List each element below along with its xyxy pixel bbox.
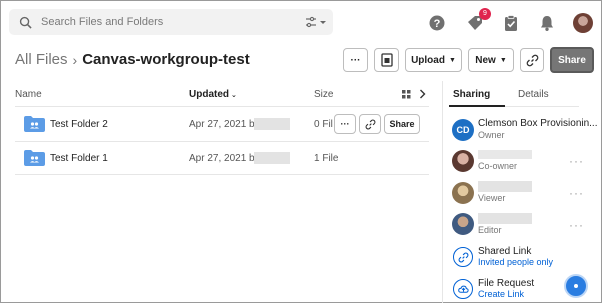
tasks-icon[interactable] [502, 14, 520, 32]
tab-sharing[interactable]: Sharing [453, 89, 490, 100]
avatar: CD [452, 119, 474, 141]
link-icon [458, 252, 468, 262]
breadcrumb-separator: › [72, 51, 78, 68]
collaborator-role: Co-owner [478, 161, 518, 171]
collaborator-more-button[interactable]: ··· [569, 186, 584, 200]
updated-text: Apr 27, 2021 by [189, 153, 260, 164]
search-filter-icon[interactable] [305, 15, 327, 29]
chevron-right-icon[interactable] [419, 89, 426, 99]
redacted-name [478, 181, 532, 192]
redacted-name [478, 213, 532, 224]
search-bar[interactable] [9, 9, 333, 35]
file-request-button[interactable] [374, 48, 399, 72]
file-request-create-link[interactable]: Create Link [478, 289, 524, 299]
column-header-updated[interactable]: Updated ⌄ [189, 89, 237, 100]
breadcrumb: All Files › Canvas-workgroup-test [15, 51, 250, 68]
collaborator-more-button[interactable]: ··· [569, 218, 584, 232]
cloud-upload-icon [457, 285, 469, 293]
column-header-size[interactable]: Size [314, 89, 333, 100]
search-icon [19, 16, 32, 29]
column-header-updated-label: Updated [189, 89, 229, 100]
file-request-icon[interactable] [453, 279, 473, 299]
page-title: Canvas-workgroup-test [82, 51, 250, 68]
shared-link-setting[interactable]: Invited people only [478, 257, 553, 267]
collab-folder-icon [24, 150, 45, 166]
link-icon [526, 54, 538, 66]
bell-icon[interactable] [538, 14, 556, 32]
sidebar-divider [442, 81, 443, 303]
share-button[interactable]: Share [550, 47, 594, 73]
avatar [452, 213, 474, 235]
row-copy-link-button[interactable] [359, 114, 381, 134]
tab-details[interactable]: Details [518, 89, 549, 100]
help-icon[interactable]: ? [428, 14, 446, 32]
svg-text:?: ? [434, 18, 441, 30]
row-share-button[interactable]: Share [384, 114, 420, 134]
shared-link-title: Shared Link [478, 246, 532, 257]
redacted-name [478, 150, 532, 159]
divider [15, 174, 429, 175]
chevron-down-icon: ▼ [448, 56, 456, 64]
file-request-title: File Request [478, 278, 535, 289]
folder-name[interactable]: Test Folder 1 [50, 153, 108, 164]
link-icon [365, 119, 375, 129]
search-input[interactable] [41, 16, 281, 28]
divider [15, 106, 429, 107]
chevron-down-icon: ▼ [499, 56, 507, 64]
compass-icon [574, 284, 578, 288]
notification-badge: 9 [479, 8, 491, 20]
breadcrumb-root-link[interactable]: All Files [15, 51, 68, 68]
collaborator-role: Viewer [478, 193, 506, 203]
collaborator-role: Editor [478, 225, 502, 235]
collaborator-name: Clemson Box Provisionin... [478, 118, 598, 129]
row-more-button[interactable]: ··· [334, 114, 356, 134]
new-button[interactable]: New ▼ [468, 48, 514, 72]
upload-label: Upload [411, 54, 445, 66]
column-header-name[interactable]: Name [15, 89, 42, 100]
folder-name[interactable]: Test Folder 2 [50, 119, 108, 130]
sort-desc-icon: ⌄ [231, 92, 237, 99]
avatar [452, 182, 474, 204]
file-request-icon [380, 53, 393, 67]
divider [15, 141, 429, 142]
new-label: New [475, 54, 496, 66]
more-options-button[interactable]: ··· [343, 48, 368, 72]
collab-folder-icon [24, 116, 45, 132]
user-avatar[interactable] [573, 13, 593, 33]
redacted-owner [254, 118, 290, 130]
collaborator-role: Owner [478, 130, 505, 140]
size-text: 0 Fil [314, 119, 333, 130]
size-text: 1 File [314, 153, 339, 164]
shared-link-icon[interactable] [453, 247, 473, 267]
redacted-owner [254, 152, 290, 164]
tab-active-indicator [449, 105, 505, 107]
grid-view-icon[interactable] [402, 90, 411, 99]
copy-link-button[interactable] [520, 48, 544, 72]
updated-text: Apr 27, 2021 by [189, 119, 260, 130]
assist-button[interactable] [564, 274, 588, 298]
avatar [452, 150, 474, 172]
collaborator-more-button[interactable]: ··· [569, 154, 584, 168]
upload-button[interactable]: Upload ▼ [405, 48, 462, 72]
